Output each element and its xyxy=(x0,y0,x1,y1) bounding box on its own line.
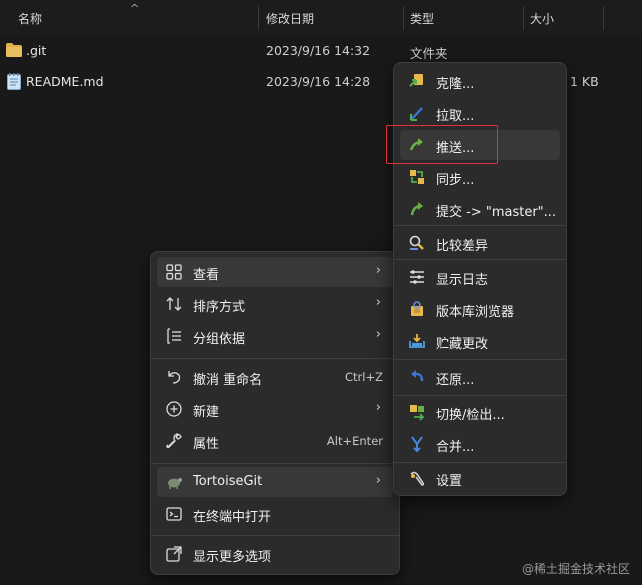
menu-item-label: 贮藏更改 xyxy=(436,337,489,352)
menu-item-label: 在终端中打开 xyxy=(193,510,272,525)
repo-browser-icon xyxy=(411,301,423,316)
plus-circle-icon xyxy=(166,401,182,417)
menu-item-group-by[interactable]: 分组依据 › xyxy=(157,321,393,351)
menu-divider xyxy=(151,463,399,464)
column-size[interactable]: 大小 xyxy=(530,10,554,27)
column-divider[interactable] xyxy=(523,6,524,30)
chevron-right-icon: › xyxy=(375,400,381,415)
wrench-icon xyxy=(166,433,182,449)
column-divider[interactable] xyxy=(603,6,604,30)
menu-item-label: 查看 xyxy=(193,268,220,283)
menu-item-label: 排序方式 xyxy=(193,300,246,315)
menu-item-label: 显示更多选项 xyxy=(193,550,272,565)
settings-icon xyxy=(410,471,425,486)
merge-icon xyxy=(411,436,423,453)
file-size: 1 KB xyxy=(570,74,599,89)
menu-item-diff[interactable]: 比较差异 xyxy=(400,228,560,258)
file-name: .git xyxy=(26,43,47,58)
menu-item-label: 比较差异 xyxy=(436,239,489,254)
revert-icon xyxy=(411,370,424,382)
menu-item-revert[interactable]: 还原... xyxy=(400,362,560,392)
sync-icon xyxy=(410,170,424,184)
menu-item-properties[interactable]: 属性 Alt+Enter xyxy=(157,426,393,456)
menu-item-label: 设置 xyxy=(436,474,463,489)
menu-item-label: 合并... xyxy=(436,440,475,455)
group-by-icon xyxy=(167,328,181,344)
menu-item-merge[interactable]: 合并... xyxy=(400,429,560,459)
column-date[interactable]: 修改日期 xyxy=(266,10,314,27)
switch-checkout-icon xyxy=(410,405,425,421)
menu-item-label: TortoiseGit xyxy=(193,474,263,489)
shortcut-text: Alt+Enter xyxy=(326,434,383,448)
menu-item-label: 切换/检出... xyxy=(436,408,505,423)
text-file-icon xyxy=(7,73,21,90)
file-date: 2023/9/16 14:32 xyxy=(266,43,371,58)
menu-item-view[interactable]: 查看 › xyxy=(157,257,393,287)
stash-icon xyxy=(409,334,425,348)
menu-item-show-more-options[interactable]: 显示更多选项 xyxy=(157,539,393,569)
undo-icon xyxy=(168,371,181,384)
menu-item-label: 还原... xyxy=(436,373,475,388)
menu-item-stash[interactable]: 贮藏更改 xyxy=(400,326,560,356)
menu-item-label: 显示日志 xyxy=(436,273,489,288)
menu-item-settings[interactable]: 设置 xyxy=(400,463,560,493)
menu-divider xyxy=(394,395,566,396)
menu-item-label: 提交 -> "master"... xyxy=(436,205,557,220)
commit-icon xyxy=(410,202,423,216)
chevron-right-icon: › xyxy=(375,263,381,278)
sort-icon xyxy=(166,297,182,311)
menu-item-label: 版本库浏览器 xyxy=(436,305,515,320)
file-type: 文件夹 xyxy=(410,46,448,61)
menu-item-clone[interactable]: 克隆... xyxy=(400,66,560,96)
menu-item-label: 拉取... xyxy=(436,109,475,124)
folder-icon xyxy=(6,43,22,57)
menu-item-label: 属性 xyxy=(193,437,220,452)
watermark: @稀土掘金技术社区 xyxy=(521,562,630,576)
menu-divider xyxy=(151,535,399,536)
context-menu: 查看 › 排序方式 › 分组依据 › 撤消 重命名 Ctrl+Z 新建 › 属性… xyxy=(150,251,400,575)
menu-item-sync[interactable]: 同步... xyxy=(400,162,560,192)
file-row-git[interactable]: .git 2023/9/16 14:32 文件夹 xyxy=(0,37,642,65)
column-divider[interactable] xyxy=(258,6,259,30)
chevron-right-icon: › xyxy=(375,473,381,488)
pull-icon xyxy=(410,107,423,121)
menu-item-undo-rename[interactable]: 撤消 重命名 Ctrl+Z xyxy=(157,362,393,392)
clone-icon xyxy=(409,74,423,87)
chevron-right-icon: › xyxy=(375,327,381,342)
menu-item-tortoisegit[interactable]: TortoiseGit › xyxy=(157,467,393,497)
menu-item-open-terminal[interactable]: 在终端中打开 xyxy=(157,499,393,529)
grid-view-icon xyxy=(166,264,182,280)
sort-ascending-icon: ^ xyxy=(130,2,140,15)
show-more-icon xyxy=(166,546,182,562)
menu-item-repo-browser[interactable]: 版本库浏览器 xyxy=(400,294,560,324)
menu-item-pull[interactable]: 拉取... xyxy=(400,98,560,128)
menu-divider xyxy=(394,359,566,360)
menu-item-label: 克隆... xyxy=(436,77,475,92)
menu-item-label: 新建 xyxy=(193,405,220,420)
menu-item-label: 同步... xyxy=(436,173,475,188)
menu-divider xyxy=(394,259,566,260)
log-icon xyxy=(410,270,424,284)
highlight-box xyxy=(386,125,498,164)
menu-divider xyxy=(394,225,566,226)
diff-icon xyxy=(409,235,424,250)
file-name: README.md xyxy=(26,74,104,89)
column-divider[interactable] xyxy=(403,6,404,30)
menu-item-commit[interactable]: 提交 -> "master"... xyxy=(400,194,560,224)
menu-divider xyxy=(151,358,399,359)
terminal-icon xyxy=(166,507,182,521)
menu-item-switch-checkout[interactable]: 切换/检出... xyxy=(400,397,560,427)
menu-item-label: 分组依据 xyxy=(193,332,246,347)
tortoise-icon xyxy=(168,478,182,489)
column-name[interactable]: 名称 xyxy=(18,10,42,27)
menu-item-sort[interactable]: 排序方式 › xyxy=(157,289,393,319)
chevron-right-icon: › xyxy=(375,295,381,310)
file-date: 2023/9/16 14:28 xyxy=(266,74,371,89)
menu-item-new[interactable]: 新建 › xyxy=(157,394,393,424)
menu-item-label: 撤消 重命名 xyxy=(193,373,263,388)
shortcut-text: Ctrl+Z xyxy=(345,370,383,384)
column-type[interactable]: 类型 xyxy=(410,10,434,27)
menu-item-show-log[interactable]: 显示日志 xyxy=(400,262,560,292)
